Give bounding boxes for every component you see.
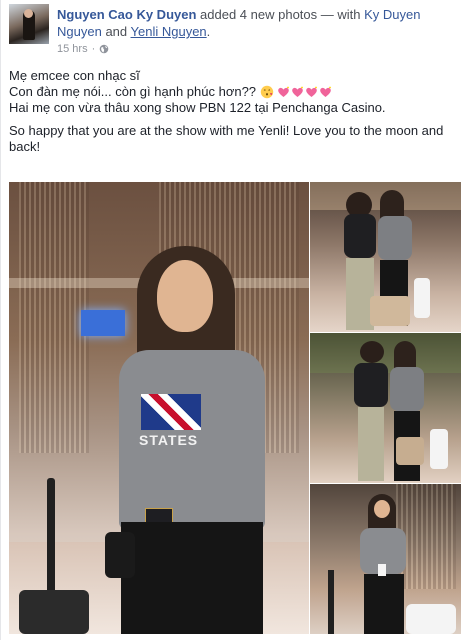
facebook-post: Nguyen Cao Ky Duyen added 4 new photos —… (0, 0, 470, 640)
message-line-3: Hai mẹ con vừa thâu xong show PBN 122 tạ… (9, 100, 386, 115)
author-name-link[interactable]: Nguyen Cao Ky Duyen (57, 7, 196, 22)
post-meta: 15 hrs · (57, 43, 109, 55)
meta-dot: · (91, 43, 96, 55)
author-avatar[interactable] (9, 4, 49, 44)
message-line-2-text: Con đàn mẹ nói... còn gì hạnh phúc hơn?? (9, 84, 257, 99)
sparkling-heart-icon (320, 86, 332, 97)
flag-print (141, 394, 201, 430)
suitcase (396, 437, 424, 465)
khaki-pants (358, 407, 384, 481)
white-suitcase (414, 278, 430, 318)
post-header: Nguyen Cao Ky Duyen added 4 new photos —… (9, 4, 464, 60)
photo-1[interactable]: STATES (9, 182, 309, 634)
white-suitcase (406, 604, 456, 634)
message-paragraph-2: So happy that you are at the show with m… (9, 123, 444, 154)
black-top (354, 363, 388, 407)
post-action-text: added 4 new photos (200, 7, 318, 22)
hearts-group (277, 86, 332, 98)
photo-grid: STATES (9, 182, 461, 634)
post-headline: Nguyen Cao Ky Duyen added 4 new photos —… (57, 6, 457, 40)
vip-badge (378, 564, 386, 576)
post-message: Mẹ emcee con nhạc sĩ Con đàn mẹ nói... c… (9, 68, 464, 155)
sparkling-heart-icon (292, 86, 304, 97)
face (157, 260, 213, 332)
curtain-decoration (19, 182, 89, 454)
timestamp-link[interactable]: 15 hrs (57, 43, 88, 55)
hair (360, 341, 384, 363)
message-line-2: Con đàn mẹ nói... còn gì hạnh phúc hơn?? (9, 84, 464, 100)
pants (121, 522, 263, 634)
message-line-1: Mẹ emcee con nhạc sĩ (9, 68, 140, 83)
black-top (344, 214, 376, 258)
globe-icon[interactable] (99, 44, 109, 54)
sparkling-heart-icon (306, 86, 318, 97)
suitcase (19, 590, 89, 634)
shirt-text: STATES (139, 432, 199, 448)
with-separator: — with (320, 7, 361, 22)
photo-4[interactable] (310, 484, 461, 634)
photo-2[interactable] (310, 182, 461, 332)
tshirt (390, 367, 424, 411)
tshirt (378, 216, 412, 260)
screen-glow (81, 310, 125, 336)
photo-3[interactable] (310, 333, 461, 483)
sparkling-heart-icon (278, 86, 290, 97)
handbag (105, 532, 135, 578)
and-text: and (105, 24, 128, 39)
avatar-face (24, 9, 33, 18)
suitcase (370, 296, 410, 326)
suitcase-handle (328, 570, 334, 634)
period-text: . (206, 24, 211, 39)
kissing-face-icon (260, 85, 273, 99)
tagged-user-2-link[interactable]: Yenli Nguyen (131, 24, 207, 39)
pants (364, 574, 404, 634)
face (374, 500, 390, 518)
white-suitcase (430, 429, 448, 469)
